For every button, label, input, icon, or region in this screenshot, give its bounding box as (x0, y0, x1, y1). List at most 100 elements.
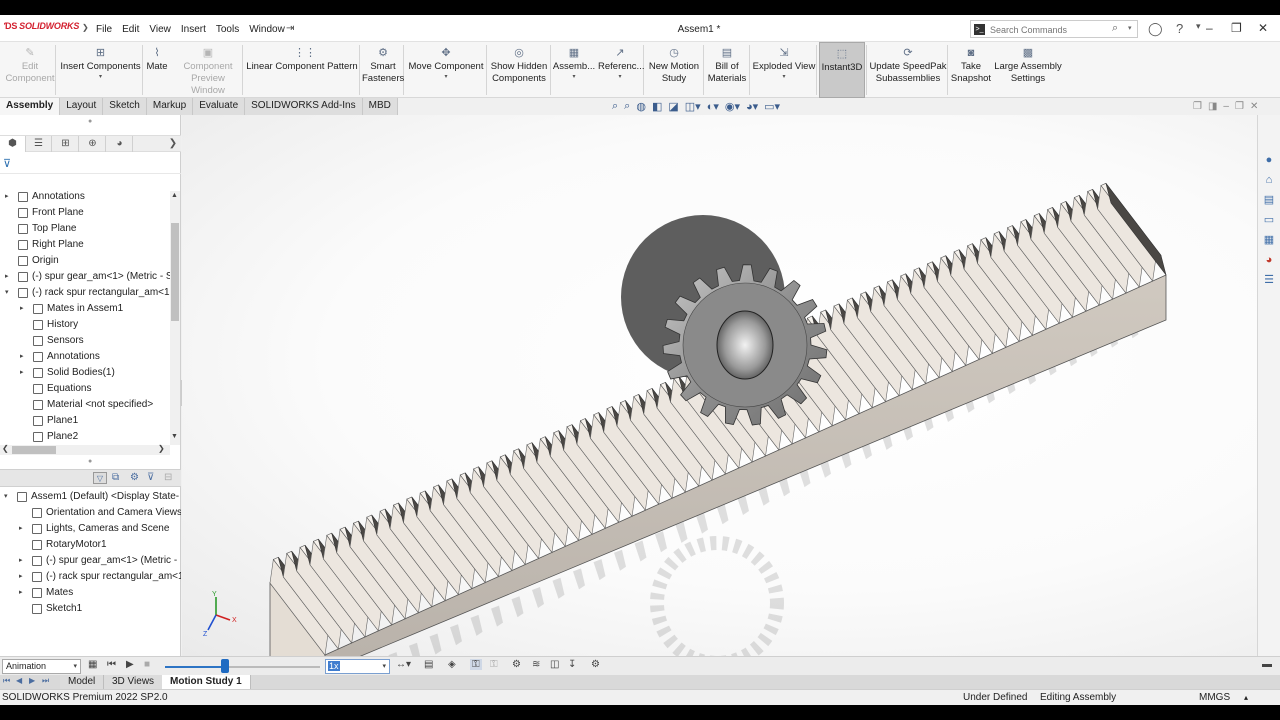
dimxpert-tab-icon[interactable]: ⊕ (80, 136, 106, 152)
hide-show-items-icon[interactable]: ◉▾ (725, 100, 740, 114)
ribbon-button-instant3d[interactable]: ⬚ Instant3D (819, 42, 865, 98)
ribbon-button-show-hidden[interactable]: ◎ Show Hidden Components (489, 42, 549, 98)
tree-node[interactable]: Orientation and Camera Views (0, 505, 181, 521)
user-icon[interactable]: ◯ (1148, 21, 1163, 37)
document-tab-motion-study-1[interactable]: Motion Study 1 (162, 675, 251, 689)
gravity-icon[interactable]: ↧ (568, 659, 576, 670)
tree-node[interactable]: Material <not specified> (0, 397, 170, 413)
collapse-motion-manager-icon[interactable]: ▬ (1262, 659, 1272, 670)
chevron-down-icon[interactable]: ▾ (552, 73, 596, 81)
last-tab-icon[interactable]: ⏭ (42, 676, 49, 686)
panel-grip-icon[interactable]: ● (88, 118, 92, 125)
tab-evaluate[interactable]: Evaluate (193, 98, 246, 115)
ribbon-button-camera[interactable]: ◙ Take Snapshot (950, 42, 992, 98)
save-animation-icon[interactable]: ▤ (424, 659, 433, 670)
tab-solidworks-add-ins[interactable]: SOLIDWORKS Add-Ins (245, 98, 363, 115)
prev-tab-icon[interactable]: ◀ (16, 676, 22, 685)
filter-other-icon[interactable]: ⊟ (164, 472, 172, 483)
next-tab-icon[interactable]: ▶ (29, 676, 35, 685)
search-icon[interactable]: ⌕ (1112, 22, 1118, 35)
chevron-down-icon[interactable]: ▾ (58, 73, 143, 81)
tree-node[interactable]: Origin (0, 253, 170, 269)
section-view-icon[interactable]: ◧ (652, 100, 662, 114)
menu-insert[interactable]: Insert (181, 24, 206, 35)
scroll-left-icon[interactable]: ❮ (2, 444, 9, 453)
tree-node[interactable]: ▸ Mates in Assem1 (0, 301, 170, 317)
tree-node[interactable]: ▸ Lights, Cameras and Scene (0, 521, 181, 537)
appearance-icon[interactable]: ◕▾ (746, 100, 758, 114)
ribbon-button-reference-geometry[interactable]: ↗ Referenc... ▾ (598, 42, 644, 98)
previous-view-icon[interactable]: ◍ (636, 100, 646, 114)
feature-tree-scrollbar[interactable]: ▲ ▼ (170, 191, 180, 445)
tree-node[interactable]: ▸ Solid Bodies(1) (0, 365, 170, 381)
float-icon[interactable]: ◨ (1208, 101, 1217, 112)
tree-node[interactable]: ▾ (-) rack spur rectangular_am<1 (0, 285, 170, 301)
contact-icon[interactable]: ◫ (550, 659, 559, 670)
tree-node[interactable]: Plane2 (0, 429, 170, 443)
expand-icon[interactable]: ▸ (5, 269, 9, 285)
first-tab-icon[interactable]: ⏮ (3, 676, 10, 686)
tree-node[interactable]: Top Plane (0, 221, 170, 237)
playback-speed-select[interactable]: 1x ▾ (325, 659, 390, 674)
hscroll-thumb[interactable] (12, 446, 56, 454)
chevron-down-icon[interactable]: ▾ (406, 73, 486, 81)
ribbon-button-preview-window[interactable]: ▣ Component Preview Window (174, 42, 242, 98)
units-dropdown-icon[interactable]: ▴ (1244, 690, 1248, 705)
property-manager-tab-icon[interactable]: ☰ (26, 136, 52, 152)
zoom-to-fit-icon[interactable]: ⌕ (612, 100, 618, 114)
dynamic-annotation-icon[interactable]: ◪ (668, 100, 678, 114)
feature-manager-tab-icon[interactable]: ⬢ (0, 136, 26, 152)
motor-icon[interactable]: ⚙ (512, 659, 521, 670)
vp-close-icon[interactable]: ✕ (1250, 101, 1258, 112)
collapse-icon[interactable]: ▾ (5, 285, 9, 301)
study-properties-icon[interactable]: ⚙ (591, 659, 600, 670)
tree-node[interactable]: ▸ Annotations (0, 189, 170, 205)
play-from-start-icon[interactable]: ⏮ (107, 659, 116, 670)
ribbon-button-move-component[interactable]: ✥ Move Component ▾ (406, 42, 486, 98)
tab-sketch[interactable]: Sketch (103, 98, 147, 115)
ribbon-button-speedpak[interactable]: ⟳ Update SpeedPak Subassemblies (868, 42, 948, 98)
stop-icon[interactable]: ■ (144, 659, 150, 670)
tab-layout[interactable]: Layout (60, 98, 104, 115)
tree-node[interactable]: Right Plane (0, 237, 170, 253)
tree-node[interactable]: Equations (0, 381, 170, 397)
tree-node[interactable]: ▾ Assem1 (Default) <Display State- (0, 489, 181, 505)
view-palette-icon[interactable]: ▦ (1262, 233, 1276, 247)
view-orientation-icon[interactable]: ◫▾ (685, 100, 701, 114)
scroll-right-icon[interactable]: ❯ (158, 444, 165, 453)
ribbon-button-large-assembly[interactable]: ▩ Large Assembly Settings (994, 42, 1062, 98)
menu-window[interactable]: Window (249, 24, 285, 35)
view-settings-icon[interactable]: ▭▾ (764, 100, 780, 114)
chevron-down-icon[interactable]: ▾ (598, 73, 642, 81)
scroll-down-icon[interactable]: ▼ (171, 433, 178, 440)
tree-node[interactable]: History (0, 317, 170, 333)
ribbon-button-linear-pattern[interactable]: ⋮⋮ Linear Component Pattern (246, 42, 358, 98)
play-icon[interactable]: ▶ (126, 659, 134, 670)
expand-icon[interactable]: ▸ (5, 189, 9, 205)
ribbon-button-assembly-features[interactable]: ▦ Assemb... ▾ (552, 42, 596, 98)
expand-icon[interactable]: ▸ (19, 585, 23, 601)
scroll-thumb[interactable] (171, 223, 179, 321)
display-manager-tab-icon[interactable]: ◕ (107, 136, 133, 152)
chevron-down-icon[interactable]: ▾ (752, 73, 816, 81)
tab-markup[interactable]: Markup (146, 98, 194, 115)
add-key-icon[interactable]: ⚿ (490, 659, 498, 670)
filter-animation-icon[interactable]: ▽ (93, 472, 107, 484)
expand-icon[interactable]: ▸ (20, 301, 24, 317)
ribbon-button-bom[interactable]: ▤ Bill of Materials (706, 42, 748, 98)
chevron-down-icon[interactable]: ▾ (1128, 24, 1132, 32)
filter-selected-icon[interactable]: ⚙ (130, 472, 139, 483)
scroll-up-icon[interactable]: ▲ (171, 192, 178, 199)
minimize-icon[interactable]: – (1206, 21, 1213, 35)
menu-expand-icon[interactable]: ❯ (82, 23, 89, 32)
study-type-select[interactable]: Animation ▾ (2, 659, 81, 674)
search-input[interactable] (990, 23, 1110, 36)
menu-tools[interactable]: Tools (216, 24, 239, 35)
help-icon[interactable]: ? (1176, 21, 1183, 36)
document-tab-3d-views[interactable]: 3D Views (104, 675, 164, 689)
tree-node[interactable]: Sensors (0, 333, 170, 349)
filter-driving-icon[interactable]: ⧉ (112, 472, 119, 483)
search-commands[interactable]: >_ ⌕ ▾ (970, 20, 1138, 38)
tile-icon[interactable]: ❐ (1193, 101, 1202, 112)
help-dropdown-icon[interactable]: ▾ (1196, 21, 1201, 32)
